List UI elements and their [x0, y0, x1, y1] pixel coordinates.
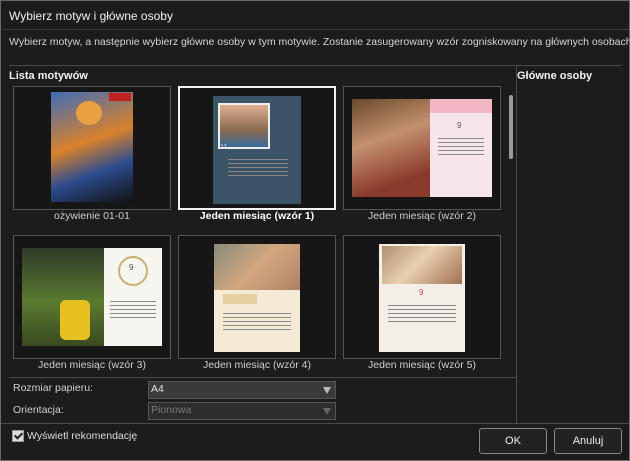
bride-photo [382, 246, 462, 284]
theme-tile[interactable]: 9 Jeden miesiąc (wzór 3) [13, 235, 171, 375]
chevron-down-icon [323, 387, 331, 394]
chevron-down-icon [323, 408, 331, 415]
calendar-grid [388, 302, 456, 325]
girl-with-cat-photo [214, 244, 300, 290]
paper-size-value: A4 [151, 383, 164, 395]
calendar-month-number: 9 [129, 263, 134, 272]
main-people-label: Główne osoby [517, 70, 593, 82]
paper-size-label: Rozmiar papieru: [13, 382, 93, 394]
yellow-raincoat [60, 300, 90, 340]
girl-photo [352, 99, 430, 197]
theme-caption: Jeden miesiąc (wzór 3) [38, 359, 146, 371]
calendar-header-band [430, 99, 492, 113]
dialog-title: Wybierz motyw i główne osoby [9, 9, 173, 23]
theme-caption: Jeden miesiąc (wzór 1) [199, 210, 315, 222]
divider [9, 65, 621, 66]
theme-thumbnail[interactable] [13, 86, 171, 210]
poster-badge [109, 93, 131, 101]
orientation-label: Orientacja: [13, 404, 64, 416]
theme-tile[interactable]: ożywienie 01-01 [13, 86, 171, 226]
calendar-grid [438, 135, 484, 158]
scrollbar-thumb[interactable] [509, 95, 513, 159]
recommend-checkbox[interactable] [12, 430, 24, 442]
calendar-grid [110, 298, 156, 321]
theme-list-label: Lista motywów [9, 70, 88, 82]
calendar-grid [223, 310, 291, 333]
theme-thumbnail[interactable] [178, 235, 336, 359]
cancel-button[interactable]: Anuluj [554, 428, 622, 454]
theme-thumbnail[interactable]: 11 [178, 86, 336, 210]
calendar-month-number: 9 [419, 288, 424, 297]
ok-button[interactable]: OK [479, 428, 547, 454]
theme-caption: Jeden miesiąc (wzór 4) [203, 359, 311, 371]
paper-size-select[interactable]: A4 [148, 381, 336, 399]
title-bar: Wybierz motyw i główne osoby [1, 1, 629, 29]
theme-list-scrollbar[interactable] [506, 89, 516, 375]
dialog-description: Wybierz motyw, a następnie wybierz główn… [9, 36, 630, 48]
theme-tile[interactable]: 9 Jeden miesiąc (wzór 2) [343, 86, 501, 226]
theme-caption: Jeden miesiąc (wzór 2) [368, 210, 476, 222]
theme-dialog: Wybierz motyw i główne osoby Wybierz mot… [0, 0, 630, 461]
calendar-month-number: 9 [457, 121, 462, 130]
divider [1, 29, 629, 30]
theme-thumbnail[interactable]: 9 [343, 86, 501, 210]
character-hair [76, 101, 102, 125]
theme-tile[interactable]: Jeden miesiąc (wzór 4) [178, 235, 336, 375]
orientation-select[interactable]: Pionowa [148, 402, 336, 420]
panel-divider [516, 65, 517, 423]
theme-thumbnail[interactable]: 9 [343, 235, 501, 359]
orientation-value: Pionowa [151, 404, 192, 416]
theme-grid: ożywienie 01-01 11 Jeden miesiąc (wzór 1… [13, 86, 503, 376]
boy-photo [218, 103, 270, 149]
month-title-band [223, 294, 257, 304]
calendar-month-number: 11 [220, 144, 228, 151]
theme-tile[interactable]: 11 Jeden miesiąc (wzór 1) [178, 86, 336, 226]
divider [9, 377, 516, 378]
theme-tile[interactable]: 9 Jeden miesiąc (wzór 5) [343, 235, 501, 375]
divider [1, 423, 629, 424]
theme-caption: Jeden miesiąc (wzór 5) [368, 359, 476, 371]
theme-thumbnail[interactable]: 9 [13, 235, 171, 359]
calendar-grid [228, 156, 288, 179]
recommend-label[interactable]: Wyświetl rekomendację [27, 430, 137, 442]
theme-caption: ożywienie 01-01 [54, 210, 130, 222]
